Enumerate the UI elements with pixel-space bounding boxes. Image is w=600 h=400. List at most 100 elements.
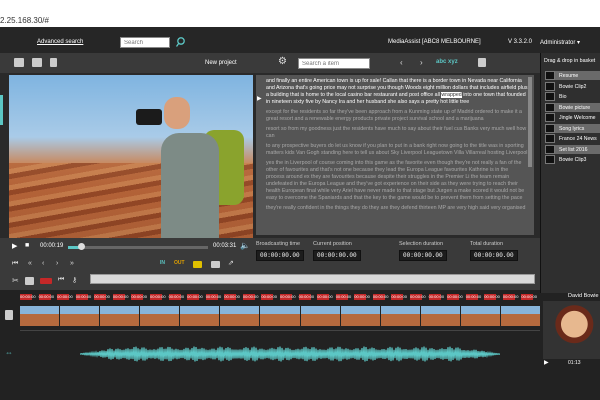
insert-marker-icon[interactable] — [193, 261, 202, 268]
timeline[interactable]: 00:00:00 00:00:00 00:00:00 00:00:00 00:00:00… — [0, 290, 600, 400]
basket-item-label: Bowie Clip2 — [559, 83, 587, 90]
transcript-paragraph[interactable]: to any prospective buyers do let us know… — [266, 143, 534, 157]
transcript-paragraph[interactable]: resort so from my goodness just the resi… — [266, 126, 534, 140]
basket-item[interactable]: Resume — [545, 71, 600, 80]
version-label: V 3.3.2.0 — [508, 39, 533, 45]
transcript-pane[interactable]: ▶ and finally an entire American town is… — [256, 75, 534, 235]
gear-icon[interactable]: ⚙ — [278, 56, 287, 67]
open-media-icon[interactable] — [14, 58, 24, 67]
key-icon[interactable]: ⚷ — [72, 276, 77, 284]
basket-title: Drag & drop in basket — [544, 58, 596, 64]
help-icon[interactable] — [32, 58, 42, 67]
current-position-value: 00:00:00.00 — [313, 250, 361, 261]
basket-item-label: France 24 News — [559, 135, 597, 142]
total-duration-value: 00:00:00.00 — [470, 250, 518, 261]
document-icon[interactable] — [50, 58, 57, 67]
highlighted-word[interactable]: wrapped — [441, 92, 462, 98]
video-frame-thumbnail — [420, 306, 460, 326]
step-back-icon[interactable]: ‹ — [42, 260, 44, 267]
total-time: 00:03:31 — [213, 243, 237, 249]
seek-bar[interactable] — [68, 243, 208, 250]
basket-item[interactable]: Set list 2016 — [545, 144, 600, 154]
current-line-arrow-icon: ▶ — [257, 96, 262, 102]
bag-icon[interactable] — [25, 277, 34, 285]
video-frame-thumbnail — [220, 306, 260, 326]
rewind-icon[interactable]: « — [28, 260, 32, 267]
seek-handle[interactable] — [77, 243, 85, 250]
basket-item[interactable]: Bowie picture — [545, 102, 600, 112]
mark-in-button[interactable]: IN — [160, 260, 165, 266]
skip-start-icon[interactable]: ⏮ — [58, 276, 64, 284]
skip-back-icon[interactable]: ⏮ — [12, 260, 18, 268]
ruler-tick: 00:00:00 — [261, 294, 277, 300]
ruler-tick: 00:00:00 — [112, 294, 129, 300]
basket-panel: Drag & drop in basket Resume Bowie Clip2 B… — [540, 53, 600, 293]
ruler-tick: 00:00:00 — [205, 294, 222, 300]
image-icon[interactable] — [211, 261, 220, 268]
export-icon[interactable]: ⇗ — [228, 259, 234, 267]
transcript-paragraph[interactable]: yes the in Liverpool of course coming in… — [266, 160, 534, 202]
browser-address-bar[interactable]: 2.25.168.30/# — [0, 0, 600, 27]
transcript-search-input[interactable] — [298, 58, 370, 69]
stop-icon[interactable]: ■ — [25, 242, 29, 249]
video-frame-thumbnail — [380, 306, 420, 326]
transcript-scrollbar[interactable] — [528, 77, 532, 167]
basket-item[interactable]: Jingle Welcome — [545, 113, 600, 122]
video-preview[interactable] — [9, 75, 253, 238]
ruler-tick: 00:00:00 — [372, 294, 389, 300]
track-divider — [20, 330, 540, 331]
preview-image[interactable] — [543, 301, 600, 359]
ruler-tick: 00:00:00 — [224, 294, 240, 300]
video-frame-thumbnail — [500, 306, 541, 326]
ruler-tick: 00:00:00 — [20, 294, 36, 300]
search-input[interactable] — [120, 37, 170, 48]
cut-icon[interactable]: ✂ — [12, 276, 19, 285]
previous-result-icon[interactable]: ‹ — [400, 58, 403, 67]
find-replace-button[interactable]: abc xyz — [436, 59, 458, 65]
basket-item[interactable]: Bio — [545, 92, 600, 101]
ruler-tick: 00:00:00 — [57, 294, 73, 300]
preview-time: 01:13 — [568, 360, 581, 366]
play-icon[interactable]: ▶ — [12, 242, 17, 250]
basket-preview: David Bowie ▶ 01:13 — [540, 293, 600, 400]
basket-item-label: Jingle Welcome — [559, 114, 596, 121]
clip-icon — [545, 144, 555, 154]
audio-waveform[interactable] — [80, 346, 500, 362]
waveform-path — [80, 346, 500, 362]
basket-item[interactable]: Bowie Clip2 — [545, 81, 600, 91]
transcript-current-paragraph[interactable]: and finally an entire American town is u… — [266, 78, 534, 106]
current-time: 00:00:19 — [40, 243, 64, 249]
fast-forward-icon[interactable]: » — [70, 260, 74, 267]
ruler-tick: 00:00:00 — [465, 294, 482, 300]
basket-item[interactable]: France 24 News — [545, 134, 600, 143]
mark-out-button[interactable]: OUT — [174, 260, 185, 266]
transcript-paragraph[interactable]: except for the residents so far they've … — [266, 109, 534, 123]
basket-item[interactable]: Song lyrics — [545, 123, 600, 133]
broadcasting-time-value: 00:00:00.00 — [256, 250, 304, 261]
ruler-tick: 00:00:00 — [428, 294, 445, 300]
video-frame-thumbnail — [300, 306, 340, 326]
search-icon[interactable] — [176, 37, 186, 48]
video-track[interactable] — [20, 306, 541, 326]
basket-item[interactable]: Bowie Clip3 — [545, 155, 600, 164]
selection-range-bar[interactable] — [90, 274, 535, 284]
selection-duration-value: 00:00:00.00 — [399, 250, 447, 261]
transcript-paragraph[interactable]: they're really confident in the things t… — [266, 205, 534, 212]
selection-duration-label: Selection duration — [399, 241, 444, 247]
volume-icon[interactable]: 🔈 — [240, 241, 250, 250]
side-accent-tab[interactable] — [0, 95, 3, 125]
basket-item-label: Bowie Clip3 — [559, 156, 587, 163]
project-toolbar: New project ⚙ ‹ › abc xyz — [0, 53, 540, 73]
advanced-search-link[interactable]: Advanced search — [37, 39, 83, 45]
step-forward-icon[interactable]: › — [56, 260, 58, 267]
preview-play-icon[interactable]: ▶ — [544, 359, 549, 366]
app-header: Advanced search MediaAssist [ABC8 MELBOU… — [0, 27, 600, 54]
next-result-icon[interactable]: › — [420, 58, 423, 67]
copy-icon[interactable] — [478, 58, 486, 67]
user-menu[interactable]: Administrator ▾ — [540, 39, 580, 46]
new-project-button[interactable]: New project — [205, 60, 237, 66]
delete-icon[interactable] — [40, 278, 52, 284]
hiker — [161, 133, 219, 238]
preview-title: David Bowie — [568, 293, 599, 299]
find-label: abc — [436, 59, 447, 65]
